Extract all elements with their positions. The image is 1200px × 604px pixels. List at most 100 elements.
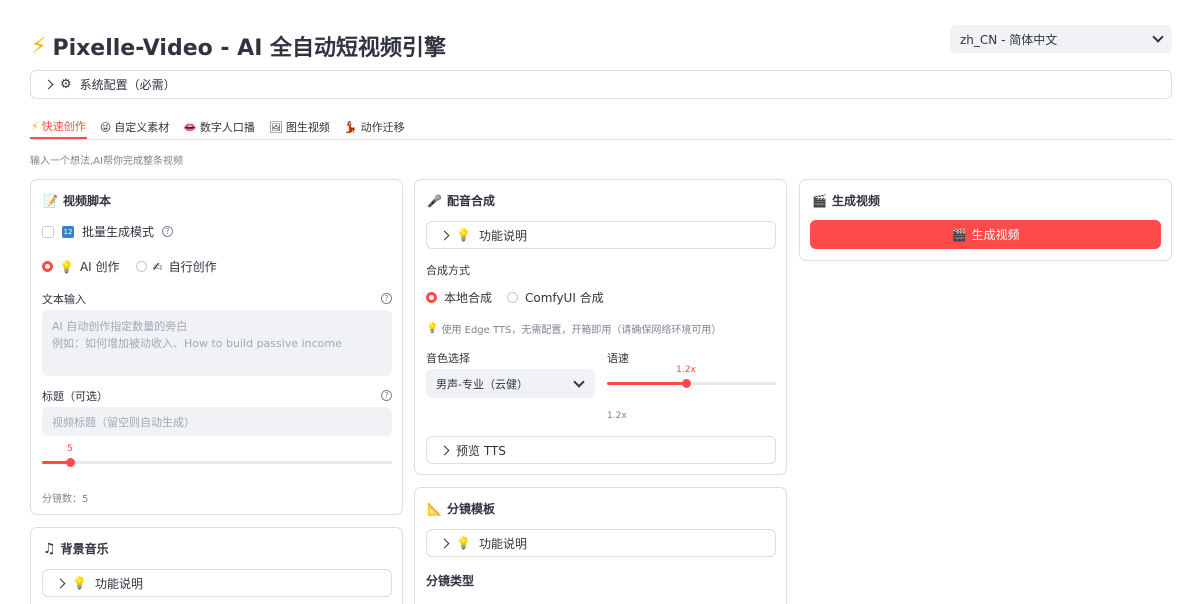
radio-self-create-label: 自行创作 — [168, 260, 217, 274]
scenes-count-text: 分镜数：5 — [42, 494, 89, 505]
bulb-icon: 💡 — [426, 323, 439, 334]
bgm-help-expander[interactable]: 💡 功能说明 — [42, 569, 392, 597]
card-title-text: 分镜模板 — [446, 502, 495, 516]
card-title: 📐 分镜模板 — [427, 500, 495, 517]
language-select[interactable]: zh_CN - 简体中文 — [950, 25, 1172, 53]
page-title: ⚡ Pixelle-Video - AI 全自动短视频引擎 — [31, 30, 446, 62]
bgm-card: ♫ 背景音乐 💡 功能说明 — [30, 527, 403, 604]
template-help-expander[interactable]: 💡 功能说明 — [426, 529, 776, 557]
video-script-card: 📝 视频脚本 12 批量生成模式 ? 💡 AI 创作 ✍ 自行创作 文本输入 ?… — [30, 179, 403, 515]
language-select-value: zh_CN - 简体中文 — [960, 32, 1058, 47]
title-label: 标题（可选） — [42, 390, 108, 403]
expander-label: 功能说明 — [94, 576, 143, 591]
slider-thumb[interactable] — [682, 379, 691, 388]
bulb-icon: 💡 — [456, 228, 471, 242]
expander-label: 功能说明 — [478, 536, 527, 551]
clapper-board-icon: 🎬 — [951, 227, 967, 242]
system-config-expander[interactable]: ⚙ 系统配置（必需） — [30, 70, 1172, 99]
card-title: 🎤 配音合成 — [427, 192, 495, 209]
card-title: ♫ 背景音乐 — [43, 540, 109, 557]
chevron-right-icon — [43, 79, 54, 90]
help-icon[interactable]: ? — [381, 390, 392, 401]
voice-select[interactable]: 男声-专业（云健） — [426, 369, 595, 398]
radio-local-label: 本地合成 — [444, 291, 493, 305]
chevron-right-icon — [55, 578, 66, 588]
tab-motion-transfer[interactable]: 💃 动作迁移 — [343, 115, 406, 139]
preview-tts-expander[interactable]: 预览 TTS — [426, 436, 776, 464]
system-config-label: 系统配置（必需） — [79, 78, 176, 92]
textarea-placeholder-line2: 例如：如何增加被动收入、How to build passive income — [52, 337, 342, 350]
card-title-text: 视频脚本 — [62, 194, 111, 208]
card-title-text: 生成视频 — [831, 194, 880, 208]
page-subtitle: 输入一个想法,AI帮你完成整条视频 — [30, 156, 183, 167]
triangle-ruler-icon: 📐 — [427, 501, 442, 516]
radio-comfyui-synthesis[interactable] — [507, 292, 519, 303]
tab-label: 快速创作 — [41, 120, 86, 133]
voice-select-label: 音色选择 — [426, 352, 470, 365]
tab-label: 图生视频 — [285, 121, 330, 134]
tts-hint-text: 使用 Edge TTS，无需配置，开箱即用（请确保网络环境可用） — [441, 325, 722, 336]
card-title-text: 配音合成 — [446, 194, 495, 208]
storyboard-template-card: 📐 分镜模板 💡 功能说明 分镜类型 — [414, 487, 787, 604]
method-radios: 本地合成 ComfyUI 合成 — [426, 289, 604, 306]
dancer-icon: 💃 — [343, 120, 358, 134]
batch-mode-label: 批量生成模式 — [82, 225, 155, 239]
tts-hint: 💡 使用 Edge TTS，无需配置，开箱即用（请确保网络环境可用） — [426, 321, 721, 336]
expander-label: 预览 TTS — [456, 443, 506, 458]
voice-help-expander[interactable]: 💡 功能说明 — [426, 221, 776, 249]
tab-custom-material[interactable]: 😜 自定义素材 — [99, 115, 170, 139]
textarea-placeholder-line1: AI 自动创作指定数量的旁白 — [52, 320, 188, 333]
radio-ai-create-label: AI 创作 — [79, 260, 120, 274]
voice-select-value: 男声-专业（云健） — [436, 377, 528, 391]
chevron-right-icon — [439, 230, 450, 240]
slider-value: 5 — [67, 444, 73, 454]
generate-button-label: 生成视频 — [971, 228, 1020, 242]
clapper-board-icon: 🎬 — [812, 193, 827, 208]
method-label: 合成方式 — [426, 264, 470, 277]
bulb-icon: 💡 — [456, 536, 471, 550]
radio-local-synthesis[interactable] — [426, 292, 437, 303]
speed-value-text: 1.2x — [607, 411, 627, 421]
help-icon[interactable]: ? — [381, 293, 392, 304]
microphone-icon: 🎤 — [427, 193, 442, 208]
tab-label: 动作迁移 — [360, 121, 405, 134]
template-type-label: 分镜类型 — [426, 574, 475, 588]
tab-image-to-video[interactable]: 🖼 图生视频 — [268, 115, 331, 139]
radio-self-create[interactable] — [135, 261, 147, 272]
bulb-icon: 💡 — [72, 576, 87, 590]
numbers-icon: 12 — [62, 225, 74, 238]
tab-label: 数字人口播 — [199, 121, 255, 134]
tab-digital-human[interactable]: 👄 数字人口播 — [182, 115, 256, 139]
speed-label: 语速 — [607, 352, 629, 365]
emoji-face-icon: 😜 — [99, 120, 112, 134]
help-icon[interactable]: ? — [162, 226, 174, 237]
chevron-down-icon — [1152, 31, 1164, 43]
radio-comfyui-label: ComfyUI 合成 — [525, 291, 604, 305]
gear-icon: ⚙ — [60, 77, 72, 92]
lips-icon: 👄 — [183, 120, 197, 134]
tab-label: 自定义素材 — [114, 121, 170, 134]
tab-quick-create[interactable]: ⚡ 快速创作 — [30, 115, 87, 139]
generate-video-button[interactable]: 🎬 生成视频 — [810, 220, 1161, 249]
picture-icon: 🖼 — [268, 120, 283, 134]
slider-value: 1.2x — [676, 365, 696, 375]
bulb-icon: 💡 — [59, 259, 74, 274]
card-title: 📝 视频脚本 — [43, 192, 111, 209]
text-input-textarea[interactable]: AI 自动创作指定数量的旁白 例如：如何增加被动收入、How to build … — [42, 310, 392, 376]
batch-mode-checkbox[interactable] — [42, 225, 54, 238]
lightning-icon: ⚡ — [31, 119, 39, 133]
music-note-icon: ♫ — [43, 540, 56, 557]
title-input-placeholder: 视频标题（留空则自动生成） — [52, 415, 195, 429]
title-input[interactable]: 视频标题（留空则自动生成） — [42, 407, 392, 436]
chevron-right-icon — [439, 445, 450, 455]
chevron-right-icon — [439, 538, 450, 548]
voice-synthesis-card: 🎤 配音合成 💡 功能说明 合成方式 本地合成 ComfyUI 合成 💡 使用 … — [414, 179, 787, 475]
creation-mode-radios: 💡 AI 创作 ✍ 自行创作 — [42, 258, 217, 275]
slider-thumb[interactable] — [66, 458, 75, 467]
speed-slider[interactable]: 1.2x — [607, 365, 776, 388]
scenes-slider[interactable]: 5 — [42, 444, 392, 467]
radio-ai-create[interactable] — [42, 261, 53, 272]
page-title-text: Pixelle-Video - AI 全自动短视频引擎 — [52, 36, 447, 61]
chevron-down-icon — [573, 375, 585, 388]
card-title: 🎬 生成视频 — [812, 192, 880, 209]
